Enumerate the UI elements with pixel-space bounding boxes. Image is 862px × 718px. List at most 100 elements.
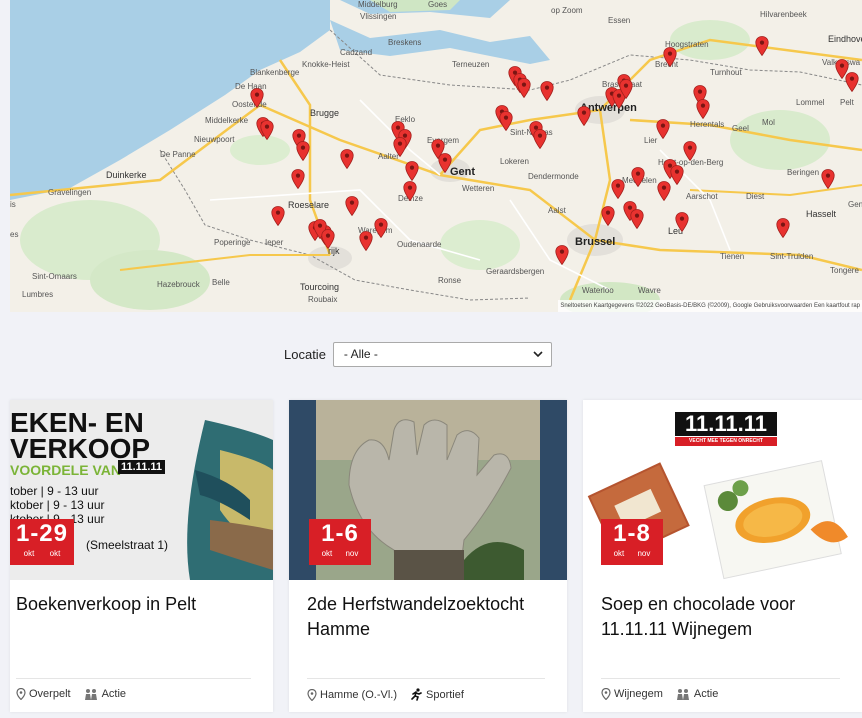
poster-tagline: VECHT MEE TEGEN ONRECHT bbox=[675, 437, 777, 446]
card-divider bbox=[307, 678, 545, 679]
map-marker-icon[interactable] bbox=[340, 149, 354, 169]
poster-row: ktober | 9 - 13 uur bbox=[10, 498, 105, 512]
map-marker-icon[interactable] bbox=[696, 99, 710, 119]
event-title[interactable]: Boekenverkoop in Pelt bbox=[16, 592, 251, 617]
map-marker-icon[interactable] bbox=[517, 78, 531, 98]
map-label: Turnhout bbox=[710, 68, 742, 77]
map-marker-icon[interactable] bbox=[321, 229, 335, 249]
map-marker-icon[interactable] bbox=[631, 167, 645, 187]
map-marker-icon[interactable] bbox=[393, 137, 407, 157]
map-label: Middelburg bbox=[358, 0, 398, 9]
map-pin-icon bbox=[601, 688, 611, 700]
map-marker-icon[interactable] bbox=[675, 212, 689, 232]
map-label: op Zoom bbox=[551, 6, 583, 15]
map-label: Tourcoing bbox=[300, 282, 340, 292]
map-marker-icon[interactable] bbox=[533, 129, 547, 149]
map-marker-icon[interactable] bbox=[611, 179, 625, 199]
map-marker-icon[interactable] bbox=[657, 181, 671, 201]
event-category: Actie bbox=[101, 688, 127, 700]
map-label: Lommel bbox=[796, 98, 825, 107]
event-image: 11.11.11 VECHT MEE TEGEN ONRECHT 1-8 okt… bbox=[583, 400, 862, 580]
map-label: Vlissingen bbox=[360, 12, 397, 21]
map-marker-icon[interactable] bbox=[656, 119, 670, 139]
event-location: Overpelt bbox=[29, 688, 71, 700]
map-label: Goes bbox=[428, 0, 448, 9]
location-select[interactable]: - Alle - bbox=[332, 342, 552, 367]
month-end: okt bbox=[49, 549, 61, 558]
map-label: Geel bbox=[732, 124, 749, 133]
map-label: Middelkerke bbox=[205, 116, 249, 125]
map-marker-icon[interactable] bbox=[403, 181, 417, 201]
map-label: Ieper bbox=[265, 238, 284, 247]
map-label: Roubaix bbox=[308, 295, 338, 304]
poster-row: tober | 9 - 13 uur bbox=[10, 484, 99, 498]
date-range: 1-8 bbox=[613, 520, 651, 547]
map-marker-icon[interactable] bbox=[260, 120, 274, 140]
map-marker-icon[interactable] bbox=[271, 206, 285, 226]
map-label: Geraardsbergen bbox=[486, 267, 545, 276]
event-location: Wijnegem bbox=[614, 688, 663, 700]
map-marker-icon[interactable] bbox=[821, 169, 835, 189]
map-label: Hilvarenbeek bbox=[760, 10, 807, 19]
map-marker-icon[interactable] bbox=[663, 47, 677, 67]
map-label: Beringen bbox=[787, 168, 820, 177]
map-marker-icon[interactable] bbox=[296, 141, 310, 161]
map-marker-icon[interactable] bbox=[291, 169, 305, 189]
map-marker-icon[interactable] bbox=[438, 153, 452, 173]
map-label: Aarschot bbox=[686, 192, 718, 201]
month-start: okt bbox=[321, 549, 333, 558]
map-marker-icon[interactable] bbox=[755, 36, 769, 56]
map-marker-icon[interactable] bbox=[555, 245, 569, 265]
map-marker-icon[interactable] bbox=[670, 165, 684, 185]
map-label: Hazebrouck bbox=[157, 280, 200, 289]
map-pin-icon bbox=[307, 688, 317, 701]
poster-badge: 11.11.11 bbox=[675, 412, 777, 436]
map-label: Wetteren bbox=[462, 184, 495, 193]
map-label: Knokke-Heist bbox=[302, 60, 350, 69]
map-label: Eindhove bbox=[828, 34, 862, 44]
map-marker-icon[interactable] bbox=[619, 79, 633, 99]
map-marker-icon[interactable] bbox=[250, 88, 264, 108]
month-end: nov bbox=[345, 549, 359, 558]
map-marker-icon[interactable] bbox=[577, 106, 591, 126]
map-label: Tongere bbox=[830, 266, 859, 275]
map-marker-icon[interactable] bbox=[405, 161, 419, 181]
map-label: Pelt bbox=[840, 98, 854, 107]
event-card[interactable]: 11.11.11 VECHT MEE TEGEN ONRECHT 1-8 okt… bbox=[583, 400, 862, 712]
event-title[interactable]: 2de Herfstwandelzoektocht Hamme bbox=[307, 592, 545, 642]
map-label: Herentals bbox=[690, 120, 725, 129]
event-title[interactable]: Soep en chocolade voor 11.11.11 Wijnegem bbox=[601, 592, 840, 642]
chevron-down-icon bbox=[533, 351, 543, 358]
event-meta: Hamme (O.-Vl.) Sportief bbox=[307, 688, 464, 701]
map-marker-icon[interactable] bbox=[630, 209, 644, 229]
map-label: Roeselare bbox=[288, 200, 330, 210]
map-label: Sint-Truiden bbox=[770, 252, 814, 261]
event-category: Sportief bbox=[426, 688, 464, 701]
map-label: Brugge bbox=[310, 108, 340, 118]
map-marker-icon[interactable] bbox=[499, 111, 513, 131]
map-label: Gen bbox=[848, 200, 862, 209]
event-card[interactable]: EKEN- EN VERKOOP VOORDELE VAN 11.11.11 t… bbox=[10, 400, 273, 712]
map-marker-icon[interactable] bbox=[776, 218, 790, 238]
map-label: Hasselt bbox=[806, 209, 837, 219]
map[interactable]: Middelburg Goes Vlissingen Breskens Cadz… bbox=[10, 0, 862, 312]
map-label: Ronse bbox=[438, 276, 462, 285]
map-label: Duinkerke bbox=[106, 170, 147, 180]
event-card[interactable]: 1-6 okt nov 2de Herfstwandelzoektocht Ham… bbox=[289, 400, 567, 712]
date-range: 1-6 bbox=[321, 520, 359, 547]
event-category: Actie bbox=[693, 688, 719, 700]
map-marker-icon[interactable] bbox=[345, 196, 359, 216]
map-label: Waterloo bbox=[582, 286, 614, 295]
date-badge: 1-6 okt nov bbox=[309, 519, 371, 565]
map-marker-icon[interactable] bbox=[540, 81, 554, 101]
map-marker-icon[interactable] bbox=[374, 218, 388, 238]
date-badge: 1-29 okt okt bbox=[10, 519, 74, 565]
map-marker-icon[interactable] bbox=[683, 141, 697, 161]
map-label: Tienen bbox=[720, 252, 745, 261]
map-attribution[interactable]: Sneltoetsen Kaartgegevens ©2022 GeoBasis… bbox=[558, 300, 862, 312]
map-marker-icon[interactable] bbox=[845, 72, 859, 92]
map-label: Wavre bbox=[638, 286, 661, 295]
event-image: 1-6 okt nov bbox=[289, 400, 567, 580]
map-marker-icon[interactable] bbox=[601, 206, 615, 226]
map-marker-icon[interactable] bbox=[359, 231, 373, 251]
